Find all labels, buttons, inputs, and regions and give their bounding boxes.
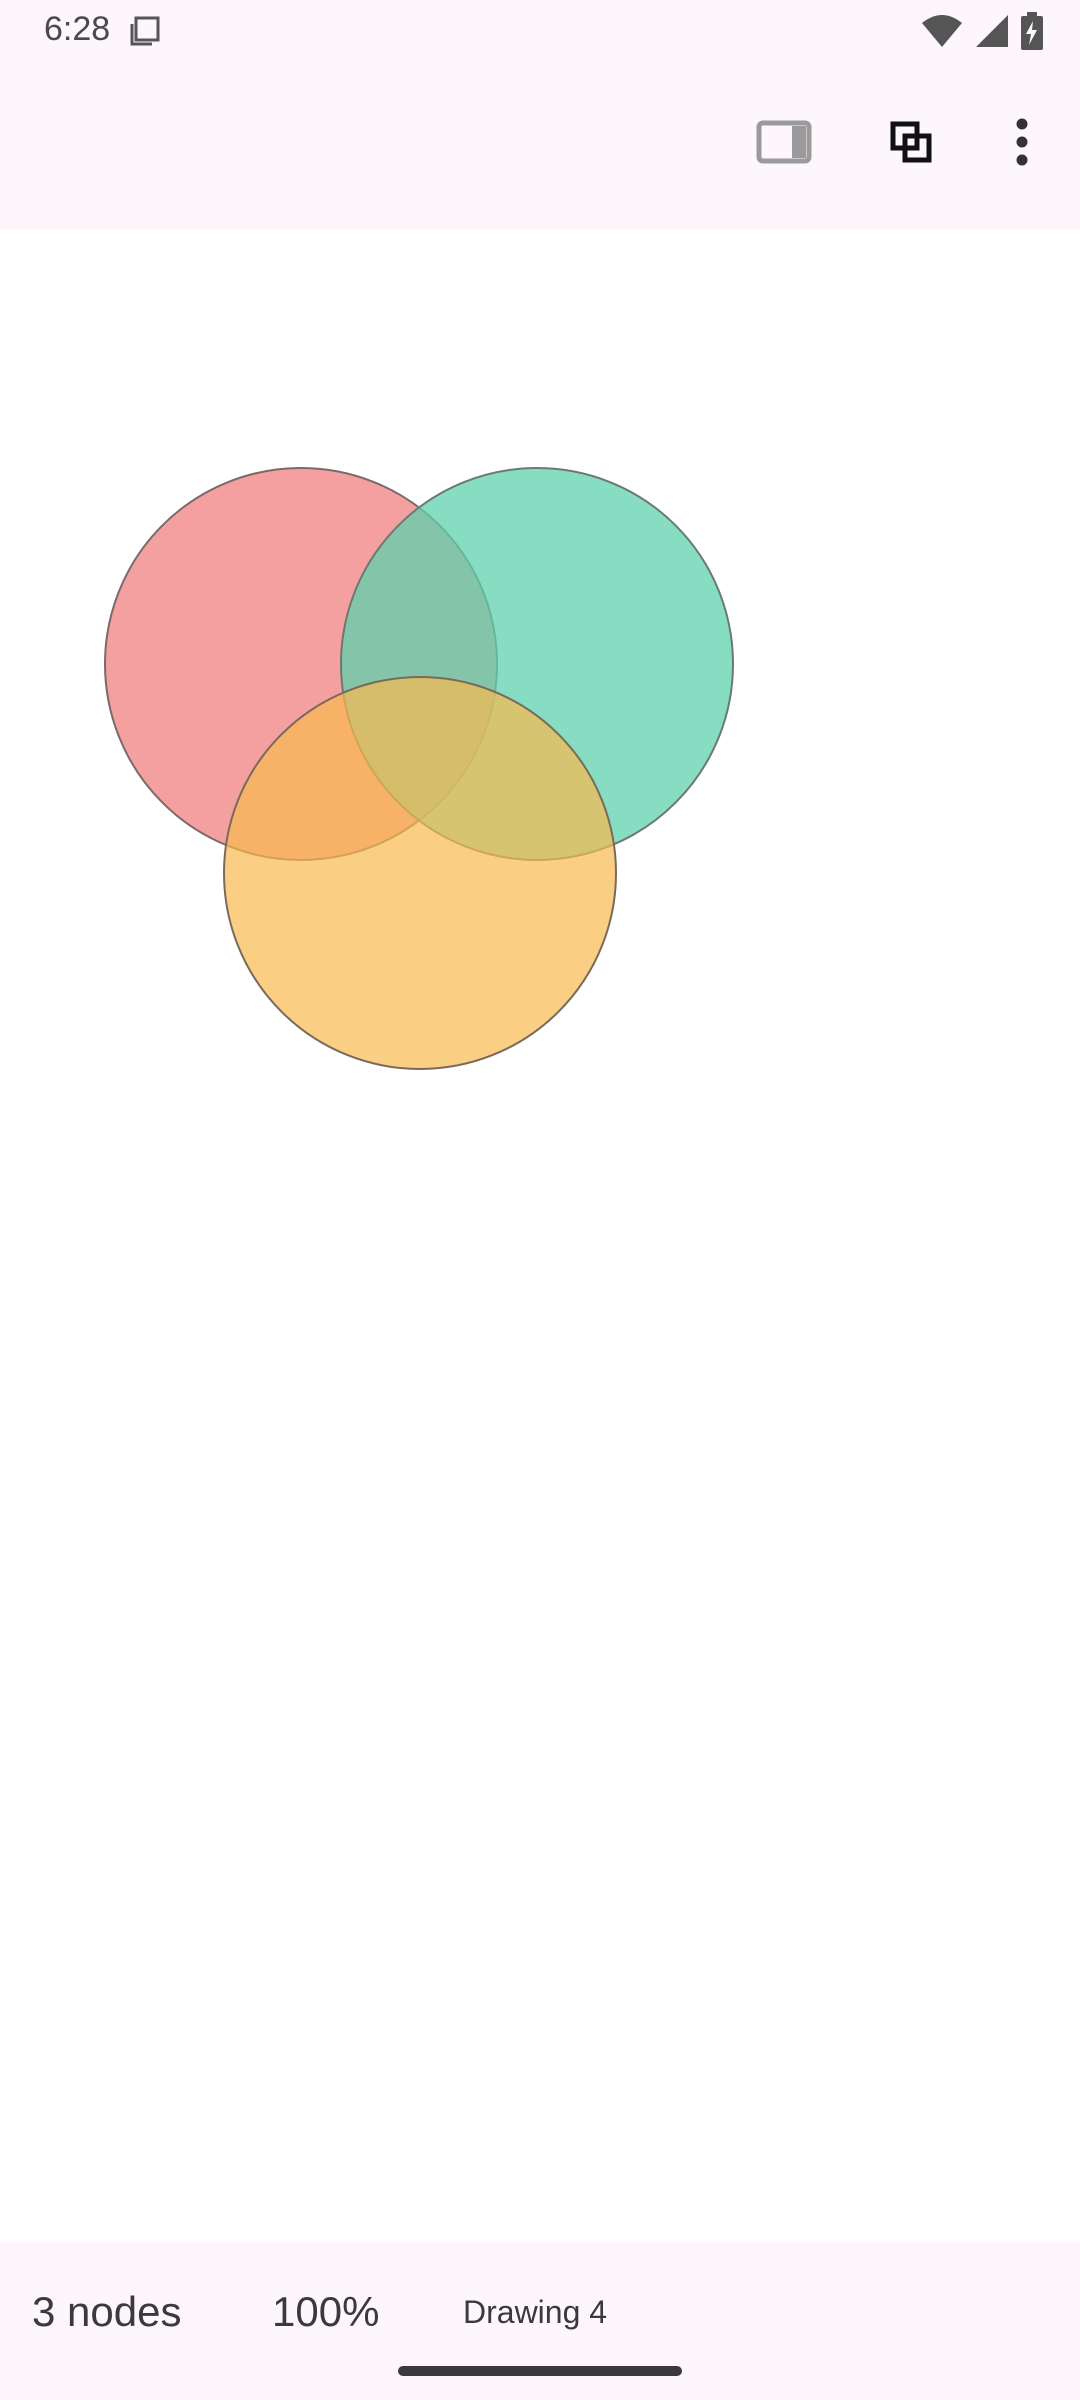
bottom-status-bar: 3 nodes 100% Drawing 4	[0, 2242, 1080, 2400]
more-options-button[interactable]	[986, 108, 1058, 180]
layers-icon	[889, 120, 933, 169]
panel-toggle-icon	[756, 120, 812, 169]
status-time: 6:28	[44, 10, 111, 48]
canvas-svg	[104, 467, 734, 1070]
more-vert-icon	[1014, 118, 1030, 171]
battery-charging-icon	[1020, 12, 1044, 55]
drawing-canvas[interactable]	[0, 230, 1080, 2240]
wifi-icon	[920, 13, 964, 54]
drawing-name[interactable]: Drawing 4	[463, 2294, 607, 2331]
orange-circle-node[interactable]	[223, 676, 617, 1070]
status-bar: 6:28	[0, 0, 1080, 60]
cellular-signal-icon	[974, 13, 1010, 54]
status-icons	[920, 12, 1044, 55]
panel-toggle-button[interactable]	[748, 108, 820, 180]
home-indicator[interactable]	[398, 2366, 682, 2376]
app-root: 6:28 3 nodes 100% Drawing 4	[0, 0, 1080, 2400]
layers-button[interactable]	[875, 108, 947, 180]
node-count: 3 nodes	[32, 2288, 182, 2335]
top-app-bar	[0, 60, 1080, 230]
zoom-level[interactable]: 100%	[272, 2288, 379, 2336]
notification-copy-icon	[128, 14, 162, 53]
